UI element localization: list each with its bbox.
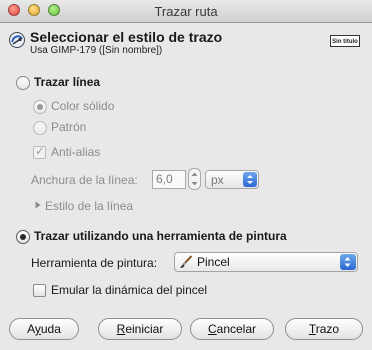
antialias-label: Anti-alias <box>51 145 101 159</box>
stroke-line-radio[interactable] <box>16 76 30 90</box>
help-button[interactable]: Ayuda <box>9 318 79 340</box>
stroke-button-label-end: razo <box>315 322 340 336</box>
help-button-label-start: A <box>27 322 35 336</box>
paint-tool-label: Herramienta de pintura: <box>31 256 158 270</box>
unit-select-value: px <box>211 173 224 187</box>
antialias-checkbox[interactable] <box>33 144 46 159</box>
paint-tool-radio[interactable] <box>16 230 30 244</box>
paint-tool-arrow-icon <box>340 254 356 270</box>
dialog-subheading: Usa GIMP-179 ([Sin nombre]) <box>30 45 163 56</box>
cancel-button-label-end: ancelar <box>216 322 257 336</box>
unit-select-arrow-icon <box>243 172 257 187</box>
cancel-button[interactable]: Cancelar <box>190 318 274 340</box>
reset-button[interactable]: Reiniciar <box>98 318 182 340</box>
paint-tool-value: Pincel <box>197 255 230 269</box>
window-title: Trazar ruta <box>154 4 218 19</box>
pattern-radio[interactable] <box>33 121 47 135</box>
reset-button-label-end: einiciar <box>125 322 164 336</box>
line-width-field[interactable]: 6,0 <box>152 170 186 189</box>
help-button-label-end: uda <box>40 322 61 336</box>
paintbrush-icon <box>180 255 193 268</box>
stroke-button[interactable]: Trazo <box>285 318 363 340</box>
stroke-line-label: Trazar línea <box>34 75 101 89</box>
path-stroke-icon <box>9 32 25 48</box>
expander-triangle-icon[interactable] <box>35 201 41 209</box>
emulate-dynamics-label: Emular la dinámica del pincel <box>51 283 208 297</box>
stroke-button-mnemonic: T <box>308 322 316 336</box>
pattern-label: Patrón <box>51 120 87 134</box>
line-width-stepper[interactable] <box>188 168 201 190</box>
dialog-heading: Seleccionar el estilo de trazo <box>30 29 223 45</box>
paint-tool-option-label: Trazar utilizando una herramienta de pin… <box>34 229 287 243</box>
emulate-dynamics-checkbox[interactable] <box>33 284 46 297</box>
solid-color-label: Color sólido <box>51 99 115 113</box>
line-style-expander[interactable]: Estilo de la línea <box>45 199 133 213</box>
paint-tool-select[interactable]: Pincel <box>174 252 358 272</box>
image-thumbnail: Sin título <box>330 35 360 47</box>
title-bar: Trazar ruta <box>0 0 372 23</box>
cancel-button-mnemonic: C <box>207 322 217 336</box>
unit-select[interactable]: px <box>205 170 259 189</box>
solid-color-radio[interactable] <box>33 100 47 114</box>
line-width-label: Anchura de la línea: <box>31 173 138 187</box>
